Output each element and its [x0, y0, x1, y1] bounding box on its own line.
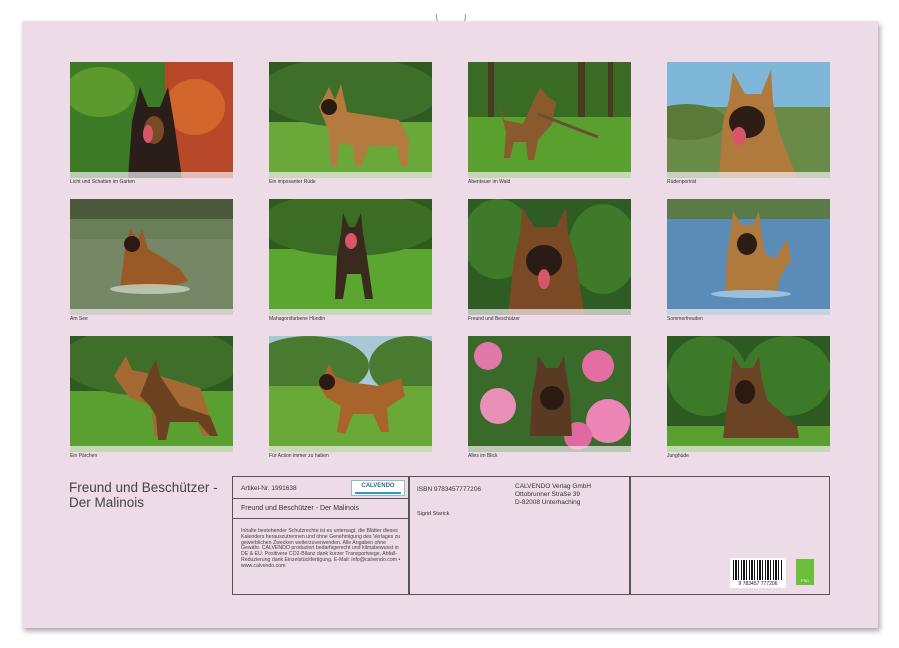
calendar-title: Freund und Beschützer - Der Malinois	[69, 480, 219, 510]
info-divider	[629, 477, 631, 594]
photo-1-caption: Licht und Schatten im Garten	[70, 179, 135, 185]
photo-5-image	[70, 199, 233, 315]
photo-6-caption: Mahagonifarbene Hündin	[269, 316, 325, 322]
article-number: Artikel-Nr. 1991638	[241, 485, 297, 492]
photo-7-caption: Freund und Beschützer	[468, 316, 520, 322]
photo-4-image	[667, 62, 830, 178]
photo-10-image	[269, 336, 432, 452]
photo-4[interactable]	[667, 62, 830, 178]
eco-label-text: FSC	[796, 578, 814, 583]
photo-8-caption: Sommerfreuden	[667, 316, 703, 322]
photo-8-image	[667, 199, 830, 315]
legal-notice: Inhalte bestehender Schutzrechte ist es …	[241, 529, 401, 570]
photo-2-caption: Ein imposanter Rüde	[269, 179, 316, 185]
info-divider	[233, 518, 408, 519]
barcode: 9 783457 777206	[730, 558, 786, 588]
photo-1[interactable]	[70, 62, 233, 178]
barcode-bars	[733, 560, 783, 580]
photo-9-caption: Ein Pärchen	[70, 453, 97, 459]
product-title: Freund und Beschützer - Der Malinois	[241, 505, 359, 512]
photo-8[interactable]	[667, 199, 830, 315]
eco-label-icon: FSC	[796, 559, 814, 585]
photo-7-image	[468, 199, 631, 315]
photo-10[interactable]	[269, 336, 432, 452]
info-box: Artikel-Nr. 1991638 CALVENDO Freund und …	[232, 476, 830, 595]
isbn: ISBN 9783457777206	[417, 486, 481, 493]
calvendo-logo-text: CALVENDO	[352, 483, 404, 489]
photo-7[interactable]	[468, 199, 631, 315]
photo-2-image	[269, 62, 432, 178]
photo-11[interactable]	[468, 336, 631, 452]
photo-10-caption: Für Action immer zu haben	[269, 453, 329, 459]
barcode-number: 9 783457 777206	[730, 581, 786, 587]
publisher-name: CALVENDO Verlag GmbH	[515, 483, 591, 490]
photo-6[interactable]	[269, 199, 432, 315]
photo-3[interactable]	[468, 62, 631, 178]
photo-12-image	[667, 336, 830, 452]
photo-12[interactable]	[667, 336, 830, 452]
photo-11-image	[468, 336, 631, 452]
photo-2[interactable]	[269, 62, 432, 178]
publisher-city: D-82008 Unterhaching	[515, 499, 580, 506]
calvendo-logo-bar	[355, 492, 401, 494]
author: Sigrid Starick	[417, 511, 449, 517]
photo-4-caption: Rüdenporträt	[667, 179, 696, 185]
photo-12-caption: Junghüde	[667, 453, 689, 459]
info-divider	[233, 498, 408, 499]
photo-5-caption: Am See	[70, 316, 88, 322]
photo-3-caption: Abenteuer im Wald	[468, 179, 510, 185]
calvendo-logo: CALVENDO	[351, 480, 405, 496]
publisher-street: Ottobrunner Straße 39	[515, 491, 580, 498]
photo-1-image	[70, 62, 233, 178]
photo-6-image	[269, 199, 432, 315]
photo-9-image	[70, 336, 233, 452]
photo-5[interactable]	[70, 199, 233, 315]
photo-11-caption: Alles im Blick	[468, 453, 497, 459]
info-divider	[408, 477, 410, 594]
photo-9[interactable]	[70, 336, 233, 452]
photo-3-image	[468, 62, 631, 178]
